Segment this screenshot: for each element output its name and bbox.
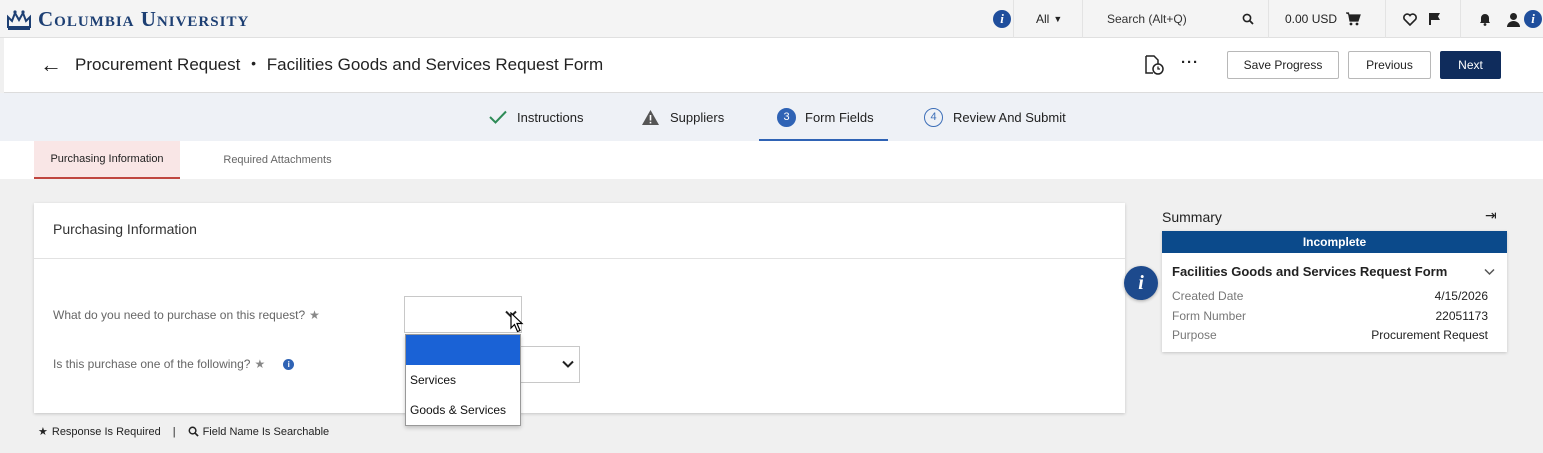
help-info-button-secondary[interactable]: i: [1524, 0, 1542, 38]
summary-form-name: Facilities Goods and Services Request Fo…: [1172, 264, 1448, 279]
section-tabs: Purchasing Information Required Attachme…: [0, 141, 1543, 179]
page-title-form: Facilities Goods and Services Request Fo…: [266, 55, 604, 74]
page-title: Procurement Request • Facilities Goods a…: [75, 55, 603, 75]
back-arrow-icon[interactable]: ←: [40, 52, 62, 78]
info-icon[interactable]: i: [283, 358, 295, 370]
status-badge: Incomplete: [1162, 231, 1507, 253]
step-review-submit[interactable]: 4 Review And Submit: [924, 93, 1066, 141]
step-suppliers[interactable]: Suppliers: [641, 93, 724, 141]
form-legend: ★ Response Is Required | Field Name Is S…: [38, 425, 330, 439]
search-scope-select[interactable]: All ▼: [1036, 0, 1062, 38]
question-purchase-type: What do you need to purchase on this req…: [53, 308, 320, 322]
step-number: 4: [924, 107, 943, 127]
help-info-button[interactable]: i: [993, 0, 1011, 38]
columbia-logo[interactable]: Columbia University: [6, 7, 249, 32]
heart-icon: [1403, 12, 1417, 26]
question-purchase-category: Is this purchase one of the following? ★…: [53, 357, 295, 371]
legend-divider: |: [172, 425, 176, 438]
summary-card: Incomplete Facilities Goods and Services…: [1162, 231, 1507, 352]
summary-value: 4/15/2026: [1434, 289, 1488, 303]
tab-purchasing-information[interactable]: Purchasing Information: [34, 141, 180, 179]
shopping-cart-icon: [1346, 12, 1361, 26]
save-progress-button[interactable]: Save Progress: [1227, 51, 1339, 79]
purchasing-information-card: Purchasing Information What do you need …: [34, 203, 1125, 413]
legend-required: Response Is Required: [51, 425, 161, 438]
summary-row-form-number: Form Number 22051173: [1172, 309, 1488, 323]
step-label: Review And Submit: [953, 109, 1066, 125]
top-navigation-bar: Columbia University i All ▼ Search (Alt+…: [0, 0, 1543, 38]
caret-down-icon: ▼: [1053, 14, 1063, 24]
purchase-type-dropdown-list: Services Goods & Services: [405, 334, 521, 426]
summary-title: Summary: [1162, 209, 1222, 225]
flag-icon: [1429, 13, 1440, 25]
info-icon: i: [993, 10, 1011, 28]
more-options-button[interactable]: ···: [1181, 54, 1199, 71]
progress-steps: Instructions Suppliers 3 Form Fields 4 R…: [0, 93, 1543, 141]
favorites-button[interactable]: [1403, 0, 1417, 38]
search-scope-label: All: [1036, 12, 1050, 26]
chevron-down-icon: [562, 360, 574, 368]
info-icon[interactable]: i: [1124, 266, 1158, 300]
cart-total: 0.00 USD: [1285, 12, 1338, 26]
purchase-type-select[interactable]: [404, 296, 522, 333]
crown-icon: [7, 9, 31, 30]
required-star-icon: ★: [38, 426, 48, 438]
question-label: What do you need to purchase on this req…: [53, 308, 306, 322]
dropdown-option-goods-services[interactable]: Goods & Services: [406, 395, 520, 425]
notifications-button[interactable]: [1478, 0, 1492, 38]
collapse-panel-icon[interactable]: ⇥: [1485, 207, 1497, 224]
summary-key: Form Number: [1172, 309, 1247, 323]
search-icon: [188, 426, 199, 437]
previous-button[interactable]: Previous: [1348, 51, 1431, 79]
question-label: Is this purchase one of the following?: [53, 357, 251, 371]
user-menu-button[interactable]: [1506, 0, 1521, 38]
summary-row-purpose: Purpose Procurement Request: [1172, 328, 1488, 342]
step-instructions[interactable]: Instructions: [489, 93, 583, 141]
search-placeholder: Search (Alt+Q): [1107, 12, 1187, 26]
document-history-icon[interactable]: [1143, 54, 1165, 76]
legend-searchable: Field Name Is Searchable: [202, 425, 330, 438]
step-form-fields[interactable]: 3 Form Fields: [777, 93, 874, 141]
warning-icon: [642, 109, 659, 125]
cart-button[interactable]: 0.00 USD: [1285, 0, 1361, 38]
user-icon: [1507, 12, 1520, 27]
tab-required-attachments[interactable]: Required Attachments: [205, 141, 350, 179]
step-label: Form Fields: [805, 109, 874, 125]
step-label: Suppliers: [670, 109, 725, 125]
bell-icon: [1480, 14, 1490, 26]
card-title: Purchasing Information: [53, 221, 197, 237]
search-icon[interactable]: [1242, 13, 1254, 25]
summary-key: Purpose: [1172, 328, 1217, 342]
step-label: Instructions: [517, 109, 584, 125]
title-bullet: •: [251, 55, 257, 71]
summary-value: 22051173: [1435, 309, 1489, 323]
dropdown-option-services[interactable]: Services: [406, 365, 520, 395]
info-icon: i: [1524, 10, 1542, 28]
summary-row-created-date: Created Date 4/15/2026: [1172, 289, 1488, 303]
checkmark-icon: [489, 110, 507, 124]
logo-text: Columbia University: [38, 7, 250, 31]
summary-value: Procurement Request: [1371, 328, 1488, 342]
global-search-input[interactable]: Search (Alt+Q): [1107, 0, 1257, 38]
required-star-icon: ★: [309, 308, 320, 322]
page-title-main: Procurement Request: [75, 55, 241, 74]
card-divider: [34, 258, 1125, 259]
next-button[interactable]: Next: [1440, 51, 1501, 79]
mouse-cursor-icon: [510, 312, 524, 333]
summary-key: Created Date: [1172, 289, 1244, 303]
flag-button[interactable]: [1428, 0, 1442, 38]
chevron-down-icon[interactable]: [1484, 268, 1495, 276]
step-number: 3: [777, 107, 796, 127]
page-header: ← Procurement Request • Facilities Goods…: [4, 38, 1543, 93]
required-star-icon: ★: [254, 357, 266, 371]
dropdown-option-blank[interactable]: [406, 335, 520, 365]
